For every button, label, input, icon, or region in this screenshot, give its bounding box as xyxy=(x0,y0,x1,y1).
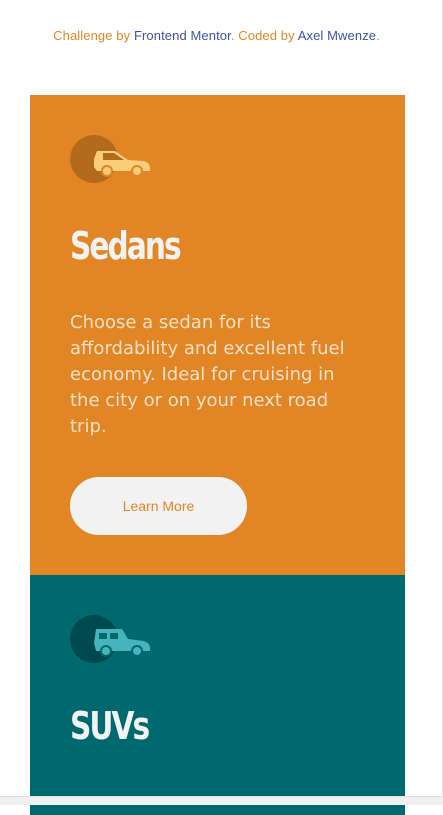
attribution-suffix: . xyxy=(376,28,380,43)
suv-car-icon xyxy=(70,615,150,663)
suvs-card: SUVs xyxy=(30,575,405,815)
attribution-middle: . Coded by xyxy=(230,28,298,43)
sedans-learn-more-button[interactable]: Learn More xyxy=(70,477,247,535)
frontend-mentor-link[interactable]: Frontend Mentor xyxy=(134,28,231,43)
horizontal-scrollbar[interactable] xyxy=(0,796,443,805)
sedan-car-icon xyxy=(70,135,150,183)
author-link[interactable]: Axel Mwenze xyxy=(298,28,376,43)
sedans-card: Sedans Choose a sedan for its affordabil… xyxy=(30,95,405,575)
attribution: Challenge by Frontend Mentor. Coded by A… xyxy=(0,28,433,43)
attribution-prefix: Challenge by xyxy=(53,28,134,43)
suvs-title: SUVs xyxy=(70,704,150,748)
sedans-title: Sedans xyxy=(70,224,182,268)
sedans-description: Choose a sedan for its affordability and… xyxy=(70,312,345,437)
